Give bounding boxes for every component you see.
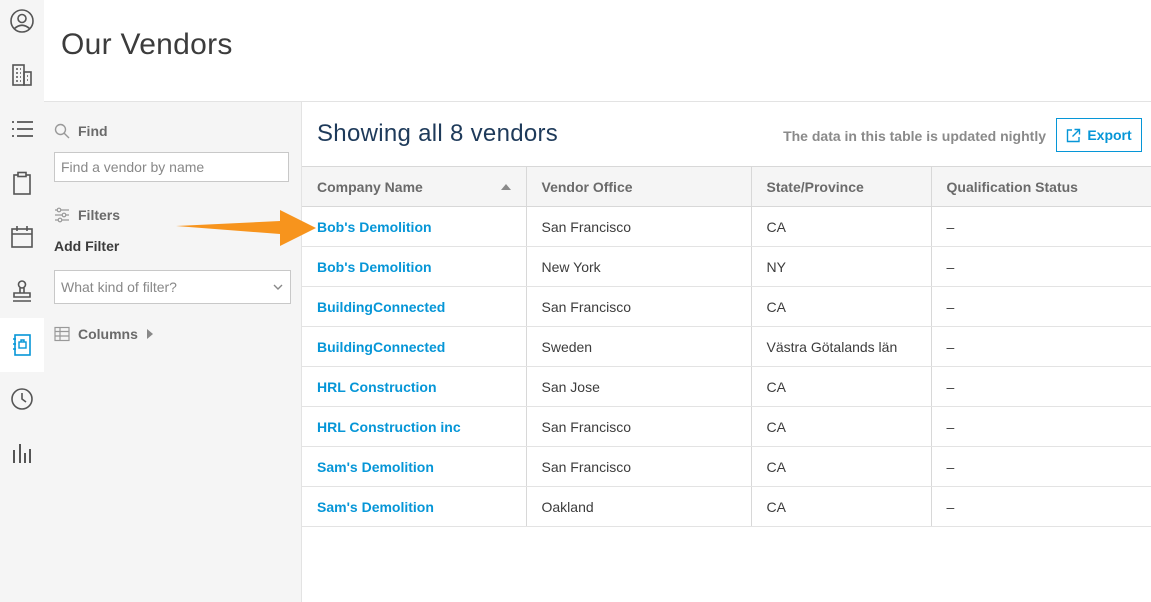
vendor-office-cell: San Francisco [526, 406, 752, 447]
state-cell: CA [751, 366, 932, 407]
sliders-icon [55, 207, 69, 223]
export-button[interactable]: Export [1056, 118, 1142, 152]
nav-reports[interactable] [0, 426, 44, 480]
vendor-office-cell: New York [526, 246, 752, 287]
stamp-icon [13, 280, 31, 302]
state-cell: CA [751, 286, 932, 327]
state-cell: Västra Götalands län [751, 326, 932, 367]
building-icon [12, 64, 32, 86]
qualification-cell: – [931, 446, 1151, 487]
page-title: Our Vendors [61, 28, 233, 61]
qualification-cell: – [931, 486, 1151, 527]
table-row: BuildingConnected San Francisco CA – [302, 286, 1151, 327]
company-link[interactable]: Sam's Demolition [302, 446, 527, 487]
vendor-office-cell: Sweden [526, 326, 752, 367]
column-header-office[interactable]: Vendor Office [526, 166, 752, 207]
nav-clipboard[interactable] [0, 156, 44, 210]
company-link[interactable]: Bob's Demolition [302, 246, 527, 287]
state-cell: CA [751, 486, 932, 527]
company-link[interactable]: HRL Construction inc [302, 406, 527, 447]
vendor-office-cell: San Francisco [526, 286, 752, 327]
icon-rail [0, 0, 44, 602]
external-link-icon [1067, 128, 1081, 142]
state-cell: NY [751, 246, 932, 287]
search-placeholder: Find a vendor by name [61, 159, 205, 175]
company-link[interactable]: Bob's Demolition [302, 206, 527, 247]
table-row: HRL Construction inc San Francisco CA – [302, 406, 1151, 447]
column-header-qualification[interactable]: Qualification Status [931, 166, 1151, 207]
column-header-company[interactable]: Company Name [302, 166, 527, 207]
filter-select-placeholder: What kind of filter? [61, 279, 177, 295]
table-row: Bob's Demolition San Francisco CA – [302, 206, 1151, 247]
table-row: Bob's Demolition New York NY – [302, 246, 1151, 287]
qualification-cell: – [931, 246, 1151, 287]
page-header: Our Vendors [44, 0, 1151, 102]
search-icon [54, 123, 70, 139]
nav-vendors[interactable] [0, 318, 44, 372]
company-link[interactable]: BuildingConnected [302, 286, 527, 327]
find-label: Find [78, 123, 108, 139]
export-label: Export [1087, 127, 1132, 143]
results-count: Showing all 8 vendors [317, 120, 559, 147]
company-link[interactable]: Sam's Demolition [302, 486, 527, 527]
filter-panel: Find Find a vendor by name Filters Add F… [44, 102, 302, 602]
vendor-office-cell: San Francisco [526, 206, 752, 247]
vendor-office-cell: San Jose [526, 366, 752, 407]
table-row: BuildingConnected Sweden Västra Götaland… [302, 326, 1151, 367]
table-header-row: Company Name Vendor Office State/Provinc… [302, 166, 1151, 207]
nav-history[interactable] [0, 372, 44, 426]
vendor-office-cell: San Francisco [526, 446, 752, 487]
chevron-down-icon [273, 284, 283, 290]
sort-ascending-icon [500, 183, 511, 190]
qualification-cell: – [931, 326, 1151, 367]
filter-type-select[interactable]: What kind of filter? [54, 270, 291, 304]
company-link[interactable]: HRL Construction [302, 366, 527, 407]
state-cell: CA [751, 206, 932, 247]
caret-right-icon [146, 329, 153, 339]
add-filter-label: Add Filter [54, 238, 120, 254]
table-icon [54, 326, 70, 342]
vendor-office-cell: Oakland [526, 486, 752, 527]
columns-label: Columns [78, 326, 138, 342]
vendor-list-main: Showing all 8 vendors The data in this t… [302, 102, 1151, 602]
qualification-cell: – [931, 286, 1151, 327]
table-row: Sam's Demolition Oakland CA – [302, 486, 1151, 527]
table-row: Sam's Demolition San Francisco CA – [302, 446, 1151, 487]
nav-stamp[interactable] [0, 264, 44, 318]
filters-label: Filters [78, 207, 121, 223]
column-header-state[interactable]: State/Province [751, 166, 932, 207]
nav-list[interactable] [0, 102, 44, 156]
nav-companies[interactable] [0, 48, 44, 102]
bar-chart-icon [13, 444, 31, 463]
nav-profile[interactable] [0, 0, 44, 48]
list-icon [12, 121, 33, 137]
qualification-cell: – [931, 366, 1151, 407]
qualification-cell: – [931, 406, 1151, 447]
qualification-cell: – [931, 206, 1151, 247]
state-cell: CA [751, 406, 932, 447]
find-section: Find [54, 123, 108, 139]
vendor-table: Company Name Vendor Office State/Provinc… [302, 166, 1151, 527]
clipboard-icon [13, 171, 31, 195]
clock-icon [11, 388, 33, 410]
table-row: HRL Construction San Jose CA – [302, 366, 1151, 407]
state-cell: CA [751, 446, 932, 487]
annotation-arrow-icon [176, 210, 316, 246]
vendor-search-input[interactable]: Find a vendor by name [54, 152, 289, 182]
columns-toggle[interactable]: Columns [54, 326, 154, 342]
update-note: The data in this table is updated nightl… [783, 128, 1046, 144]
user-circle-icon [10, 9, 34, 33]
filters-section: Filters [54, 207, 120, 223]
address-book-icon [13, 334, 31, 356]
nav-calendar[interactable] [0, 210, 44, 264]
calendar-icon [11, 226, 33, 248]
company-link[interactable]: BuildingConnected [302, 326, 527, 367]
